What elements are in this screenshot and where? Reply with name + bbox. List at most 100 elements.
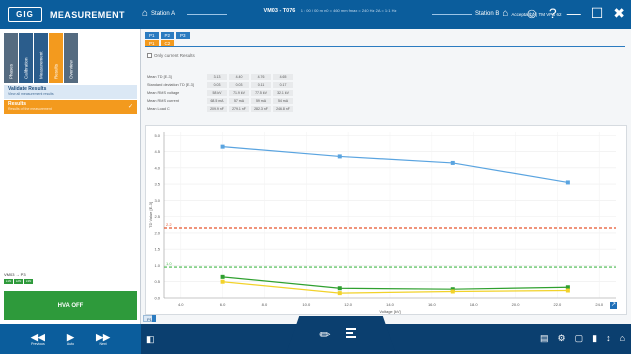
rewind-icon: ◀◀ — [31, 332, 45, 342]
tab-calibration[interactable]: Calibration — [19, 33, 33, 83]
stats-value: 58 kV — [207, 90, 227, 96]
help-icon[interactable]: ? — [549, 5, 557, 21]
window-controls: ☺ ? — ☐ ✖ — [525, 5, 625, 21]
station-a[interactable]: ⌂ Station A — [142, 9, 175, 19]
stats-value: 209.9 nF — [207, 106, 227, 112]
previous-label: Previous — [31, 342, 45, 346]
stats-value: 54 mA — [273, 98, 293, 104]
y-tick-label: 2.0 — [154, 230, 160, 235]
checkbox-box[interactable] — [147, 53, 152, 58]
measurement-info: VM03 - T076 1 : 00 / 00 m n0 = 460 mm fm… — [230, 8, 430, 14]
chart-svg: 0.0 0.5 1.0 1.5 2.0 2.5 3.0 3.5 4.0 4.5 5.0 4.0 6.0 8… — [148, 132, 616, 314]
tab-measurement[interactable]: Measurement — [34, 33, 48, 83]
data-point — [565, 288, 570, 293]
maximize-icon[interactable]: ☐ — [591, 5, 604, 21]
home-icon[interactable]: ⌂ — [620, 333, 625, 344]
stats-row: Mean RMS current 68.5 mA 57 mA 59 mA 54 … — [147, 97, 295, 105]
app-brand: GIG MEASUREMENT — [0, 0, 138, 29]
main-panel: P1 P2 P3 P1 C2 Only current Results Mean… — [141, 29, 631, 324]
expand-icon[interactable]: ↗ — [610, 302, 617, 309]
sidebar-item-results[interactable]: Results Results of the measurement ✓ — [4, 100, 137, 114]
y-tick-label: 0.0 — [154, 296, 160, 301]
tab-indicator — [152, 315, 156, 322]
tool-notch — [286, 316, 396, 354]
divider — [145, 46, 625, 47]
stats-value: 77.5 kV — [251, 90, 271, 96]
stats-row: Mean TD [E-3] 3.13 4.40 4.76 4.65 — [147, 73, 295, 81]
phase-chips: L1N L2N L3N — [4, 279, 33, 284]
navigation-group: ◀◀ Previous ▶ Auto ▶▶ Next — [0, 324, 141, 354]
battery-icon[interactable]: ▮ — [592, 333, 597, 344]
signal-icon[interactable]: ↕ — [606, 333, 611, 344]
x-axis-label: Voltage [kV] — [379, 309, 400, 314]
minimize-icon[interactable]: — — [567, 5, 581, 21]
y-tick-label: 4.5 — [154, 149, 160, 154]
stats-value: 0.17 — [273, 82, 293, 88]
stats-value: 246.8 nF — [273, 106, 293, 112]
x-tick-label: 14.0 — [386, 302, 395, 307]
x-tick-label: 4.0 — [178, 302, 184, 307]
td-chart: 0.0 0.5 1.0 1.5 2.0 2.5 3.0 3.5 4.0 4.5 5.0 4.0 6.0 8… — [145, 125, 627, 315]
close-icon[interactable]: ✖ — [613, 5, 625, 21]
report-icon[interactable]: ▤ — [540, 333, 549, 344]
stats-value: 0.03 — [229, 82, 249, 88]
settings-icon[interactable]: ⚙ — [558, 333, 566, 344]
phase-chip: L2N — [14, 279, 23, 284]
stats-value: 71.9 kV — [229, 90, 249, 96]
sidebar-item-validate[interactable]: Validate Results View all measurement re… — [4, 85, 137, 99]
phase-chip: L3N — [24, 279, 33, 284]
stats-label: Mean Load C — [147, 107, 170, 111]
sidebar-item-subtitle: View all measurement results — [8, 92, 54, 96]
station-b-label: Station B — [475, 11, 500, 17]
data-point — [337, 291, 342, 296]
next-label: Next — [99, 342, 107, 346]
x-tick-label: 16.0 — [428, 302, 437, 307]
next-button[interactable]: ▶▶ Next — [96, 332, 110, 346]
x-tick-label: 6.0 — [220, 302, 226, 307]
data-point — [450, 160, 455, 165]
y-tick-label: 0.5 — [154, 279, 160, 284]
user-icon[interactable]: ☺ — [525, 5, 539, 21]
threshold-label: 1.0 — [166, 261, 172, 266]
tab-results[interactable]: Results — [49, 33, 63, 83]
document-icon[interactable]: ◧ — [146, 334, 155, 345]
data-point — [220, 279, 225, 284]
data-point — [220, 274, 225, 279]
app-title: MEASUREMENT — [50, 9, 125, 20]
sidebar-status: VM03 → P3 — [4, 272, 26, 277]
export-icon[interactable]: ▢ — [575, 333, 584, 344]
tab-phase-p2[interactable]: P2 — [160, 32, 175, 39]
data-point — [220, 144, 225, 149]
station-a-label: Station A — [151, 11, 176, 17]
y-tick-label: 4.0 — [154, 165, 160, 170]
x-tick-label: 12.0 — [344, 302, 353, 307]
stats-label: Mean RMS voltage — [147, 91, 180, 95]
previous-button[interactable]: ◀◀ Previous — [31, 332, 45, 346]
y-tick-label: 3.0 — [154, 198, 160, 203]
stats-value: 279.1 nF — [229, 106, 249, 112]
hva-off-button[interactable]: HVA OFF — [4, 291, 137, 320]
auto-button[interactable]: ▶ Auto — [67, 332, 74, 346]
phase-chip: L1N — [4, 279, 13, 284]
tab-overview[interactable]: Overview — [64, 33, 78, 83]
tab-phase-p1[interactable]: P1 — [145, 32, 159, 39]
measurement-id: VM03 - T076 — [263, 8, 296, 14]
bottom-toolbar: ◀◀ Previous ▶ Auto ▶▶ Next ◧ ✎ ▤ ⚙ ▢ ▮ ↕… — [0, 316, 631, 354]
stats-table: Mean TD [E-3] 3.13 4.40 4.76 4.65 Standa… — [147, 73, 295, 113]
home-icon: ⌂ — [502, 8, 509, 19]
fast-forward-icon: ▶▶ — [96, 332, 110, 342]
notes-icon[interactable] — [346, 326, 356, 338]
check-icon: ✓ — [127, 104, 133, 110]
stats-value: 0.03 — [207, 82, 227, 88]
stats-label: Mean RMS current — [147, 99, 179, 103]
current-results-checkbox[interactable]: Only current Results — [147, 53, 195, 58]
y-tick-label: 1.0 — [154, 263, 160, 268]
x-tick-label: 20.0 — [512, 302, 521, 307]
tab-phases[interactable]: Phases — [4, 33, 18, 83]
tab-phase-p3[interactable]: P3 — [176, 32, 190, 39]
stats-value: 3.13 — [207, 74, 227, 80]
data-point — [337, 154, 342, 159]
connection-line — [432, 14, 472, 15]
stats-value: 57 mA — [229, 98, 249, 104]
stats-label: Mean TD [E-3] — [147, 75, 172, 79]
